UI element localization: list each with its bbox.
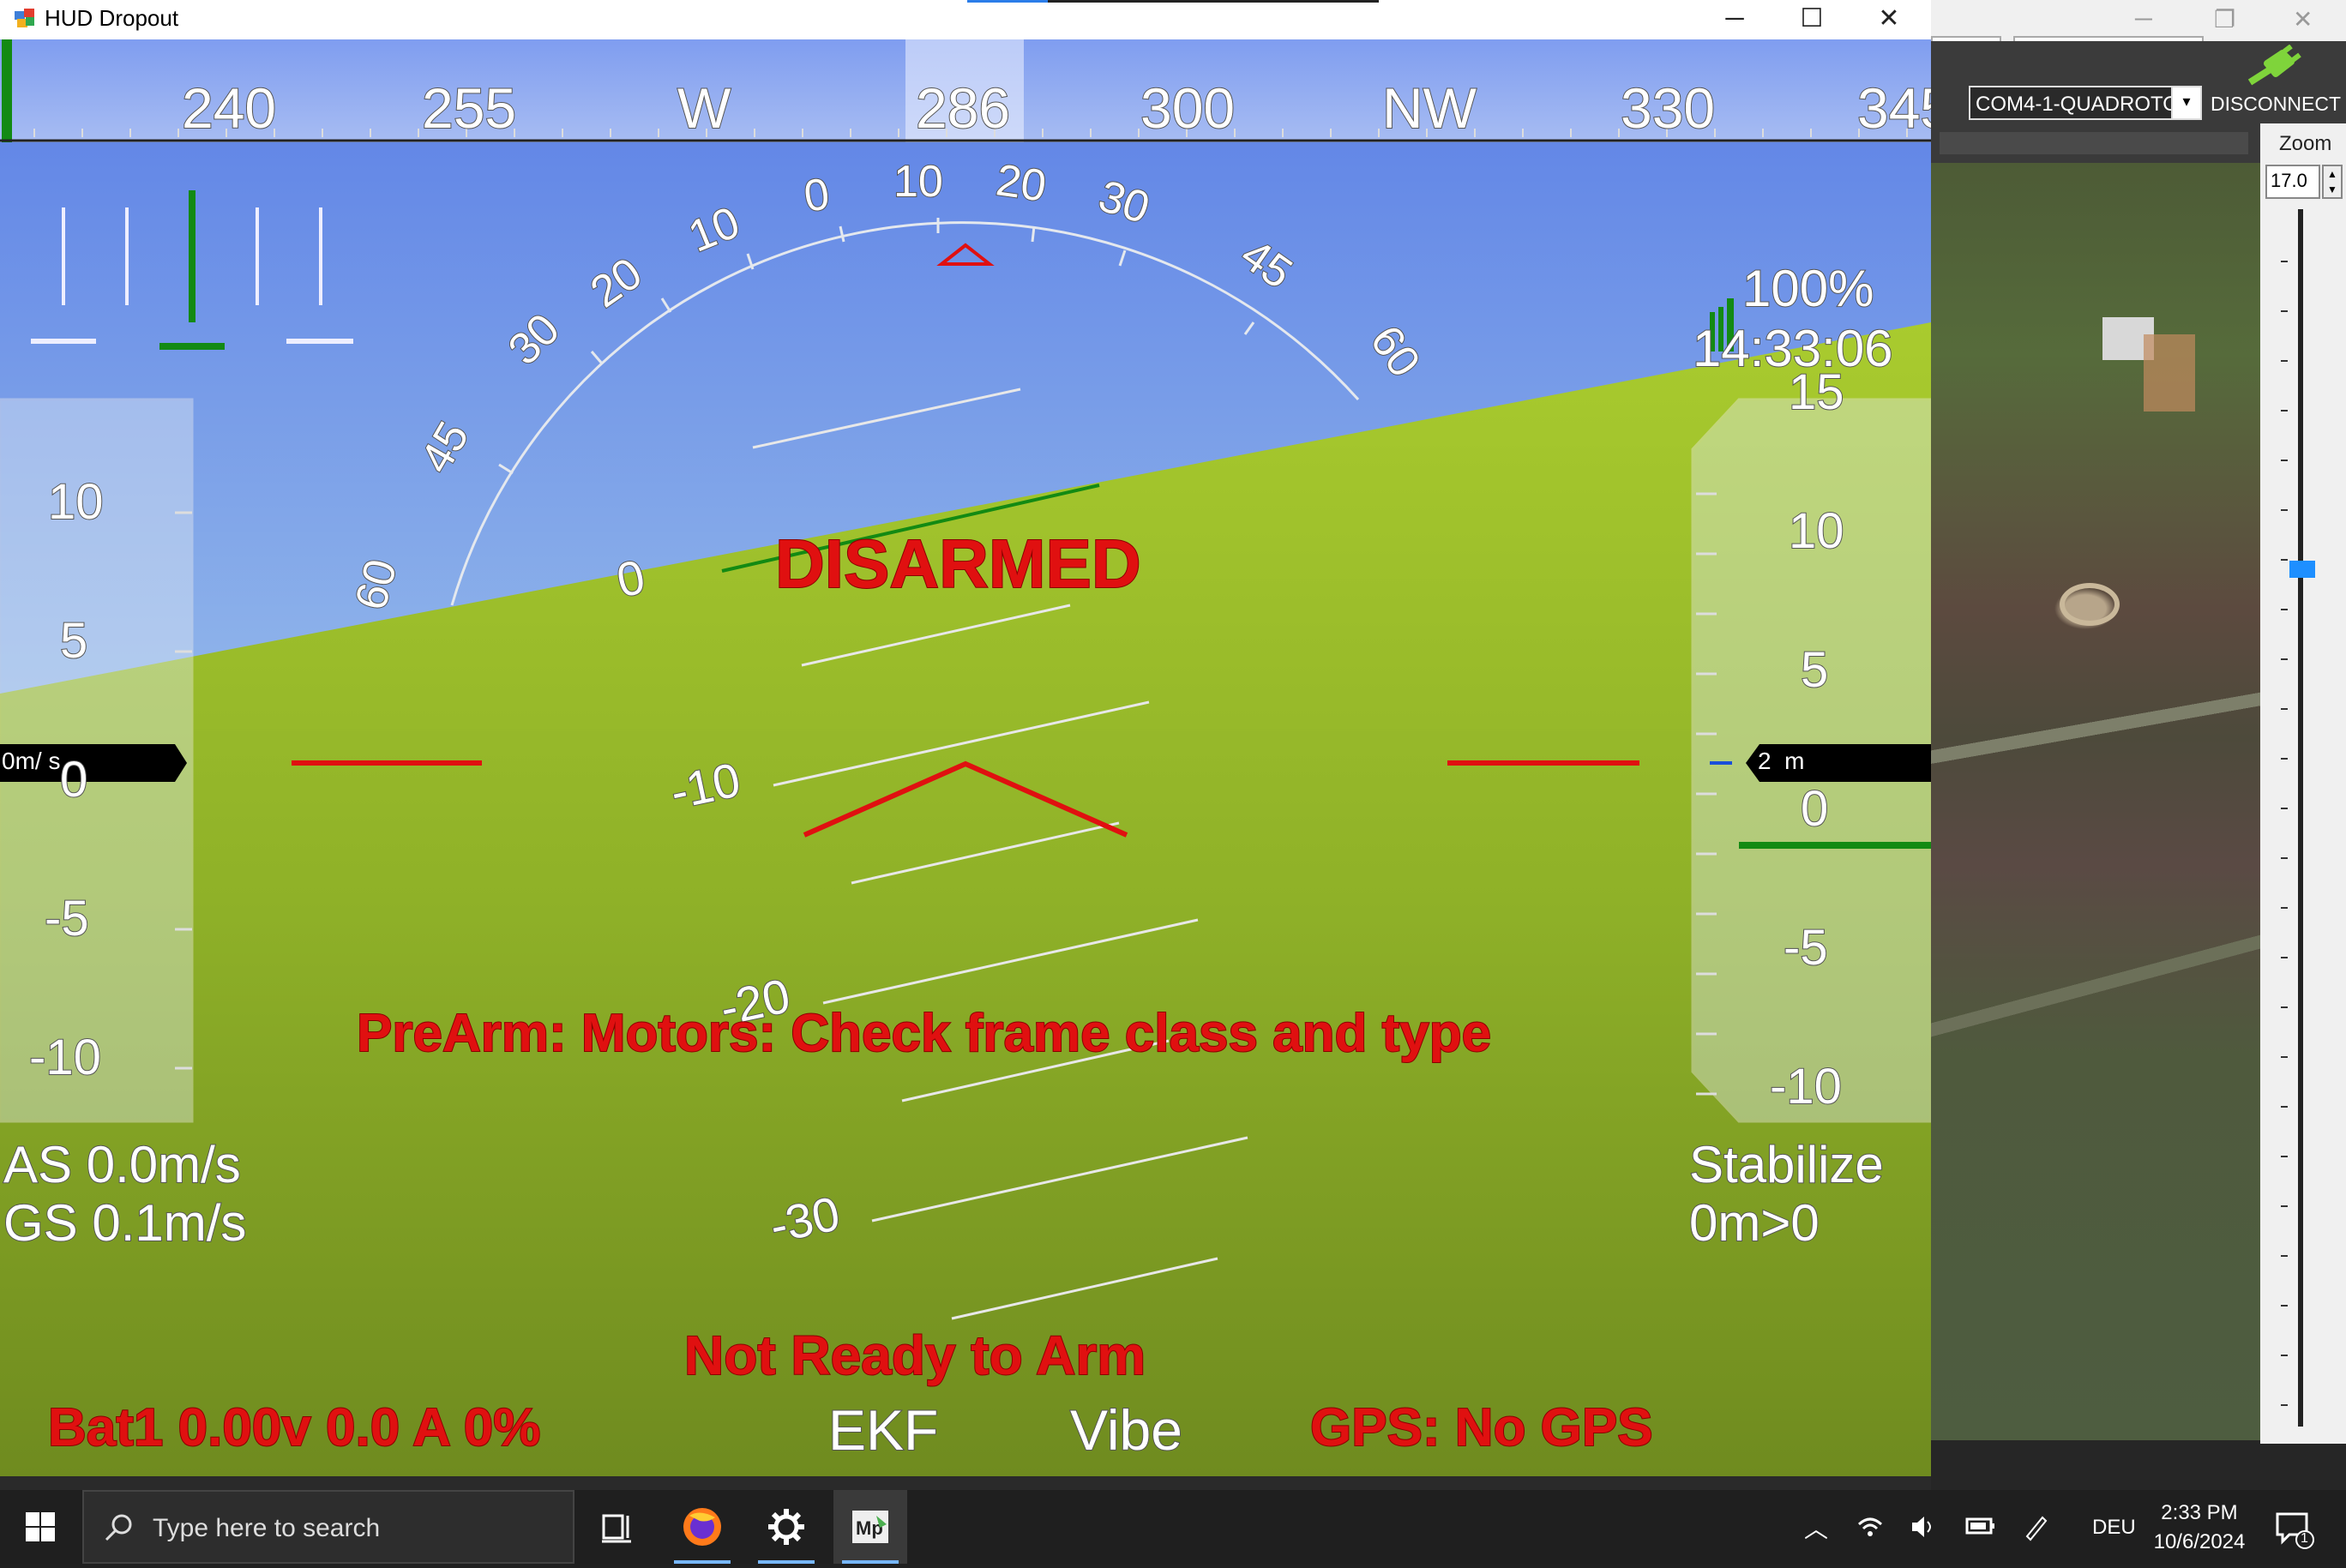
mission-planner-button[interactable]: Mp bbox=[833, 1490, 907, 1564]
map-pond bbox=[2060, 583, 2120, 626]
task-view-icon bbox=[602, 1514, 631, 1543]
task-view-button[interactable] bbox=[580, 1490, 653, 1564]
speed-readout: 0m/ s bbox=[2, 748, 61, 774]
restore-icon[interactable]: ❐ bbox=[2214, 5, 2235, 33]
notification-center-button[interactable]: 1 bbox=[2272, 1507, 2315, 1550]
speed-label: -5 bbox=[44, 890, 90, 947]
vibe-status[interactable]: Vibe bbox=[1069, 1397, 1183, 1463]
maximize-icon: ☐ bbox=[1800, 4, 1824, 33]
gps-status: GPS: No GPS bbox=[1309, 1397, 1654, 1458]
notification-count: 1 bbox=[2301, 1531, 2308, 1546]
waypoint-info: 0m>0 bbox=[1688, 1193, 1820, 1253]
heading-label: 240 bbox=[181, 75, 277, 141]
clock-date: 10/6/2024 bbox=[2153, 1530, 2246, 1553]
prearm-message: PreArm: Motors: Check frame class and ty… bbox=[356, 1003, 1492, 1064]
heading-label: 255 bbox=[421, 75, 517, 141]
speed-label: 0 bbox=[59, 751, 88, 808]
flight-mode: Stabilize bbox=[1688, 1135, 1885, 1194]
firefox-button[interactable] bbox=[665, 1490, 739, 1564]
map-header bbox=[1931, 120, 2260, 163]
windows-start-icon bbox=[26, 1512, 55, 1541]
settings-button[interactable] bbox=[749, 1490, 823, 1564]
plug-icon bbox=[2247, 44, 2301, 86]
ekf-status[interactable]: EKF bbox=[827, 1397, 939, 1463]
heading-label: 300 bbox=[1140, 75, 1236, 141]
arm-status: Not Ready to Arm bbox=[683, 1324, 1146, 1387]
app-icon bbox=[15, 9, 34, 27]
heading-label: 345 bbox=[1856, 75, 1931, 141]
close-icon: ✕ bbox=[1878, 4, 1900, 33]
speed-label: -10 bbox=[28, 1029, 102, 1086]
close-button[interactable]: ✕ bbox=[1850, 0, 1928, 39]
disarmed-status: DISARMED bbox=[774, 525, 1142, 603]
airspeed: AS 0.0m/s bbox=[3, 1135, 242, 1194]
taskbar: Type here to search Mp ︿ DEU 2:33 PM 10/… bbox=[0, 1490, 2346, 1564]
network-wifi-icon[interactable] bbox=[1856, 1512, 1885, 1541]
disconnect-label: DISCONNECT bbox=[2210, 93, 2342, 115]
window-title: HUD Dropout bbox=[45, 5, 179, 31]
groundspeed: GS 0.1m/s bbox=[3, 1193, 247, 1253]
minimize-icon: ─ bbox=[1725, 4, 1744, 33]
pen-icon[interactable] bbox=[2022, 1512, 2051, 1541]
hud-window: HUD Dropout ─ ☐ ✕ 240 255 W 286 300 NW 3… bbox=[0, 0, 1931, 1476]
hud-titlebar: HUD Dropout ─ ☐ ✕ bbox=[0, 0, 1931, 39]
battery-icon[interactable] bbox=[1965, 1514, 1996, 1540]
language-indicator[interactable]: DEU bbox=[2092, 1516, 2136, 1540]
heading-label: 286 bbox=[915, 75, 1011, 141]
minimize-icon[interactable]: ─ bbox=[2135, 5, 2152, 33]
zoom-panel: Zoom 17.0 ▲ ▼ bbox=[2260, 123, 2346, 1444]
altitude-label: -10 bbox=[1769, 1058, 1843, 1115]
zoom-stepper[interactable]: ▲ ▼ bbox=[2322, 165, 2343, 199]
background-window: ─ ❐ ✕ ▾ 115200▾ COM4-1-QUADROTOR ▾ DISCO… bbox=[1931, 0, 2346, 1490]
notification-icon bbox=[2276, 1512, 2314, 1549]
taskbar-clock[interactable]: 2:33 PM 10/6/2024 bbox=[2135, 1499, 2264, 1557]
map-dirt-patch bbox=[2144, 334, 2195, 412]
close-icon[interactable]: ✕ bbox=[2293, 5, 2313, 33]
roll-label: 10 bbox=[893, 156, 944, 207]
hud-display[interactable]: 240255W286300NW330345 60 45 30 20 10 0 1… bbox=[0, 39, 1931, 1476]
zoom-input[interactable]: 17.0 bbox=[2265, 165, 2320, 199]
heading-label: W bbox=[677, 75, 731, 141]
volume-icon[interactable] bbox=[1909, 1512, 1938, 1541]
settings-gear-icon bbox=[768, 1509, 804, 1545]
speed-label: 5 bbox=[59, 612, 88, 670]
altitude-label: 10 bbox=[1788, 502, 1845, 560]
satellite-map[interactable] bbox=[1931, 163, 2260, 1440]
mission-planner-icon: Mp bbox=[852, 1511, 888, 1543]
search-icon bbox=[105, 1514, 132, 1541]
heading-label: 330 bbox=[1620, 75, 1716, 141]
hud-graphics bbox=[0, 39, 1931, 1476]
minimize-button[interactable]: ─ bbox=[1696, 0, 1773, 39]
start-button[interactable] bbox=[0, 1490, 81, 1564]
altitude-label: -5 bbox=[1783, 919, 1829, 976]
zoom-slider-track[interactable] bbox=[2298, 209, 2303, 1427]
clock-time: 2:33 PM bbox=[2161, 1501, 2238, 1524]
hud-time: 14:33:06 bbox=[1692, 319, 1894, 378]
firefox-icon bbox=[683, 1508, 721, 1546]
title-accent-blue bbox=[967, 0, 1048, 3]
altitude-readout: 2 m bbox=[1758, 748, 1805, 774]
maximize-button[interactable]: ☐ bbox=[1773, 0, 1850, 39]
heading-label: NW bbox=[1381, 75, 1477, 141]
taskbar-search-box[interactable]: Type here to search bbox=[82, 1490, 574, 1564]
link-quality: 100% bbox=[1741, 259, 1874, 318]
speed-label: 10 bbox=[47, 473, 105, 531]
battery-status: Bat1 0.00v 0.0 A 0% bbox=[47, 1397, 541, 1458]
disconnect-button[interactable]: DISCONNECT bbox=[2207, 44, 2344, 122]
background-titlebar: ─ ❐ ✕ bbox=[1931, 0, 2346, 41]
port-value: COM4-1-QUADROTOR bbox=[1976, 93, 2194, 116]
heading-left-marker bbox=[2, 39, 12, 142]
port-dropdown-icon[interactable]: ▾ bbox=[2171, 86, 2202, 120]
altitude-label: 0 bbox=[1800, 780, 1829, 838]
search-placeholder: Type here to search bbox=[153, 1514, 381, 1542]
zoom-slider-thumb[interactable] bbox=[2289, 561, 2315, 578]
port-select[interactable]: COM4-1-QUADROTOR bbox=[1969, 86, 2202, 120]
altitude-label: 5 bbox=[1800, 641, 1829, 699]
show-hidden-icons-chevron-icon[interactable]: ︿ bbox=[1804, 1511, 1828, 1545]
zoom-label: Zoom bbox=[2279, 132, 2332, 155]
roll-label: 20 bbox=[992, 154, 1050, 212]
